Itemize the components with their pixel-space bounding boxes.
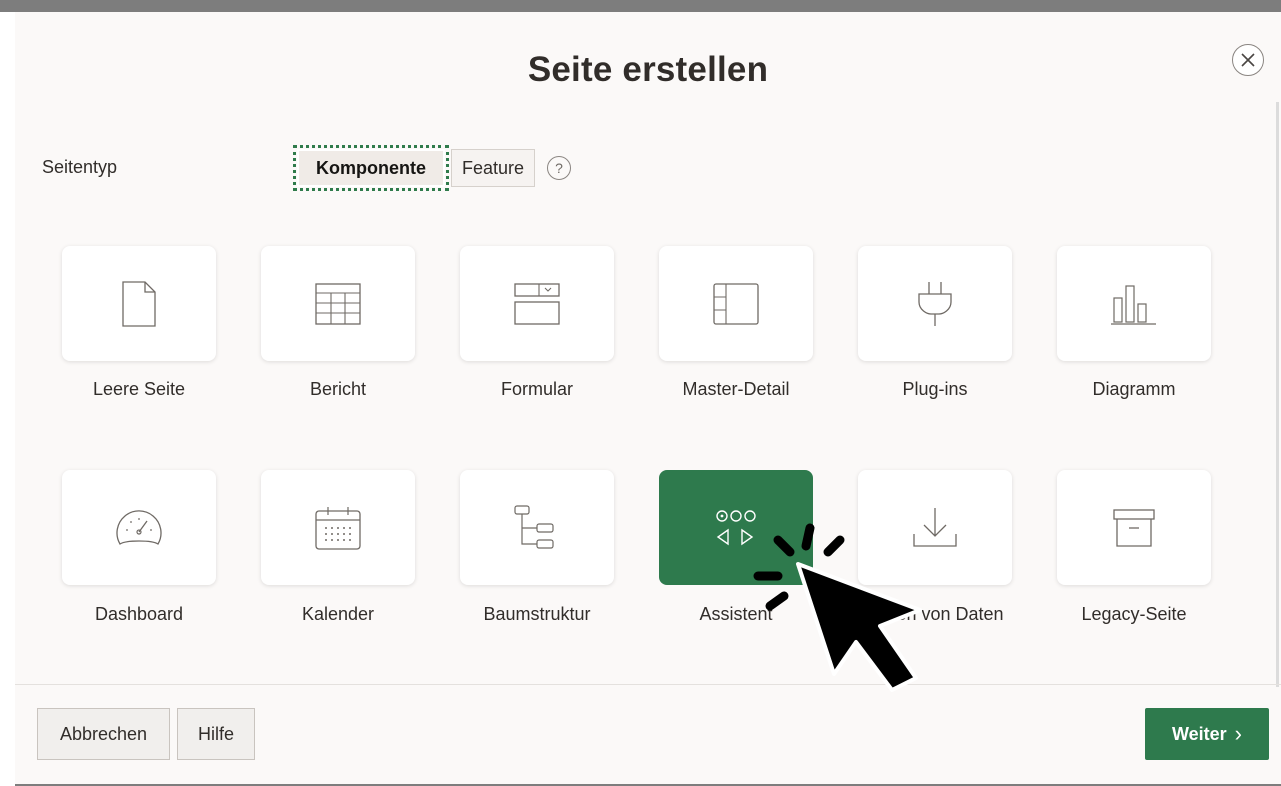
next-button[interactable]: Weiter › <box>1145 708 1269 760</box>
card-master-detail[interactable] <box>659 246 813 361</box>
card-baumstruktur[interactable] <box>460 470 614 585</box>
report-table-icon <box>315 282 361 325</box>
calendar-icon <box>315 506 361 550</box>
card-assistent[interactable] <box>659 470 813 585</box>
card-leere-seite[interactable] <box>62 246 216 361</box>
chevron-right-icon: › <box>1234 721 1242 746</box>
help-button[interactable]: Hilfe <box>177 708 255 760</box>
dialog-title: Seite erstellen <box>527 50 769 89</box>
page-type-label: Seitentyp <box>42 157 118 177</box>
card-label-assistent: Assistent <box>699 604 773 624</box>
card-dashboard[interactable] <box>62 470 216 585</box>
gauge-icon <box>116 509 162 545</box>
cancel-button[interactable]: Abbrechen <box>37 708 170 760</box>
archive-icon <box>1113 508 1155 547</box>
form-icon <box>514 282 560 325</box>
card-label-plug-ins: Plug-ins <box>902 379 968 399</box>
plug-icon <box>918 281 952 326</box>
blank-page-icon <box>122 280 156 327</box>
page-type-option-feature[interactable]: Feature <box>451 149 535 187</box>
card-bericht[interactable] <box>261 246 415 361</box>
top-border <box>0 0 1281 12</box>
close-icon <box>1241 53 1255 67</box>
help-icon[interactable]: ? <box>547 156 571 180</box>
close-button[interactable] <box>1232 44 1264 76</box>
next-button-label: Weiter <box>1171 723 1227 744</box>
card-label-baumstruktur: Baumstruktur <box>483 604 591 624</box>
card-plug-ins[interactable] <box>858 246 1012 361</box>
card-label-master-detail: Master-Detail <box>682 379 790 399</box>
card-label-dashboard: Dashboard <box>94 604 184 624</box>
master-detail-icon <box>713 282 759 325</box>
card-label-legacy-seite: Legacy-Seite <box>1081 604 1187 624</box>
card-label-diagramm: Diagramm <box>1092 379 1176 399</box>
card-kalender[interactable] <box>261 470 415 585</box>
bar-chart-icon <box>1111 284 1156 325</box>
card-label-leere-seite: Leere Seite <box>92 379 186 399</box>
card-label-formular: Formular <box>500 379 573 399</box>
page-type-option-komponente[interactable]: Komponente <box>293 145 449 191</box>
card-laden-von-daten[interactable] <box>858 470 1012 585</box>
wizard-icon <box>716 509 756 545</box>
card-label-bericht: Bericht <box>309 379 367 399</box>
card-diagramm[interactable] <box>1057 246 1211 361</box>
download-icon <box>913 507 957 547</box>
card-label-laden-von-daten: Laden von Daten <box>866 604 1004 624</box>
scrollbar[interactable] <box>1276 102 1279 687</box>
footer-divider <box>15 684 1281 685</box>
tree-icon <box>514 504 554 549</box>
card-legacy-seite[interactable] <box>1057 470 1211 585</box>
create-page-dialog: Seite erstellen Seitentyp Komponente Fea… <box>15 12 1281 784</box>
card-label-kalender: Kalender <box>301 604 375 624</box>
card-formular[interactable] <box>460 246 614 361</box>
